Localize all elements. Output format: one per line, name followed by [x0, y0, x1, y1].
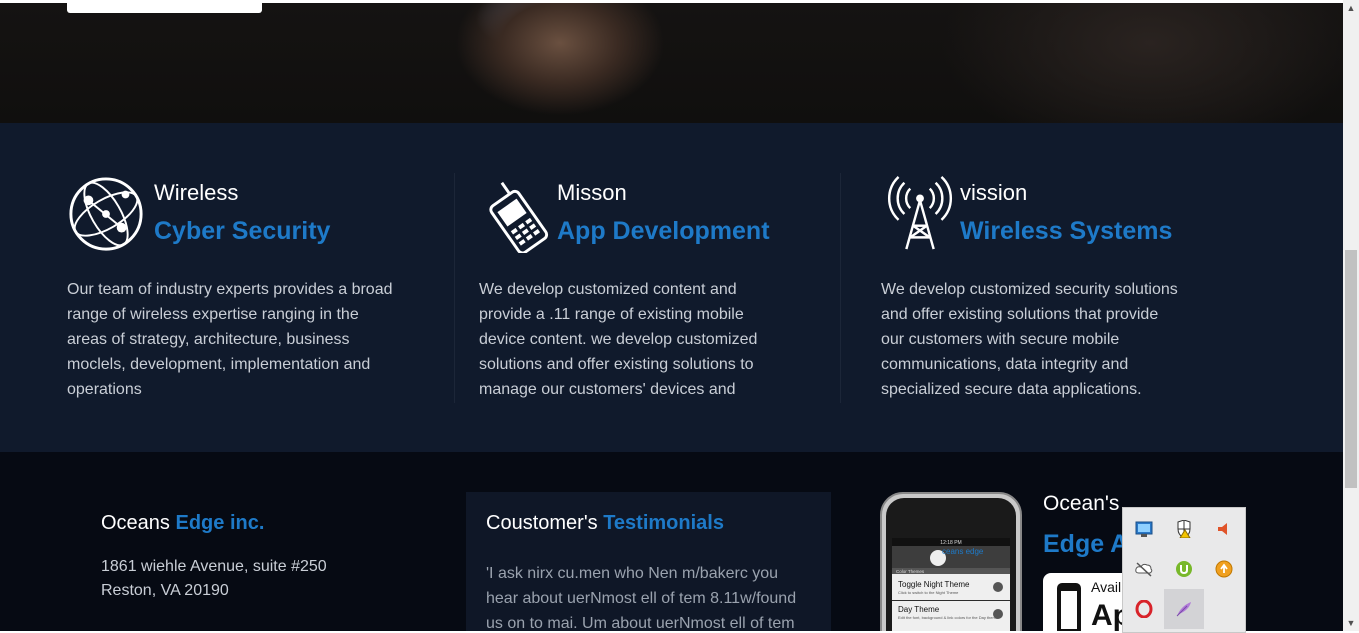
- feature-description: Our team of industry experts provides a …: [67, 277, 393, 402]
- description-line: communications, data integrity and: [881, 356, 1129, 373]
- feature-title[interactable]: App Development: [557, 217, 770, 246]
- app-store-small-text: Avail: [1091, 579, 1122, 595]
- feature-title[interactable]: Wireless Systems: [960, 217, 1172, 246]
- feature-wireless-systems: vission Wireless Systems We develop cust…: [881, 123, 1221, 452]
- phone-brand: ceans edge: [942, 547, 984, 556]
- feature-divider: [454, 173, 455, 403]
- cloud-offline-icon[interactable]: [1124, 549, 1164, 589]
- system-tray-popup: [1122, 507, 1246, 633]
- address-title-white: Oceans: [101, 512, 176, 534]
- description-line: our customers with secure mobile: [881, 331, 1120, 348]
- description-line: specialized secure data applications.: [881, 381, 1142, 398]
- description-line: We develop customized security solutions: [881, 281, 1178, 298]
- phone-item-sub: Click to switch to the Night Theme: [898, 590, 959, 595]
- iphone-app-screenshot: 12:18 PM ceans edge Color Themes Toggle …: [880, 492, 1022, 631]
- address-title: Oceans Edge inc.: [101, 512, 264, 535]
- description-line: moclels, development, implementation and: [67, 356, 371, 373]
- phone-time: 12:18 PM: [940, 540, 961, 546]
- feature-subtitle: vission: [960, 180, 1028, 205]
- description-line: provide a .11 range of existing mobile: [479, 306, 744, 323]
- description-line: and offer existing solutions that provid…: [881, 306, 1159, 323]
- features-section: Wireless Cyber Security Our team of indu…: [0, 123, 1343, 452]
- feature-cyber-security: Wireless Cyber Security Our team of indu…: [67, 123, 427, 452]
- testimonials-title: Coustomer's Testimonials: [486, 512, 724, 535]
- scroll-up-arrow-icon[interactable]: ▲: [1343, 0, 1359, 16]
- quote-line: us on to mai. Um about uerNmost ell of t…: [486, 615, 795, 631]
- feature-description: We develop customized security solutions…: [881, 277, 1178, 402]
- feature-app-development: Misson App Development We develop custom…: [479, 123, 809, 452]
- phone-list-header: Color Themes: [896, 569, 925, 574]
- description-line: manage our customers' devices and: [479, 381, 736, 398]
- radio-tower-icon: [888, 176, 952, 250]
- utorrent-icon[interactable]: [1164, 549, 1204, 589]
- feature-divider: [840, 173, 841, 403]
- feature-description: We develop customized content and provid…: [479, 277, 757, 402]
- hero-image: [0, 3, 1343, 123]
- hero-button[interactable]: [67, 0, 262, 13]
- phone-item-sub: Edit the font, background & link colors …: [898, 615, 999, 620]
- vertical-scrollbar[interactable]: ▲ ▼: [1343, 0, 1359, 631]
- app-title-small: Ocean's: [1043, 492, 1120, 515]
- app-title-big: Edge A: [1043, 530, 1129, 558]
- phone-item-title: Day Theme: [898, 605, 940, 614]
- address-line: Reston, VA 20190: [101, 582, 229, 599]
- description-line: solutions and offer existing solutions t…: [479, 356, 754, 373]
- opera-icon[interactable]: [1124, 589, 1164, 629]
- speaker-icon[interactable]: [1204, 509, 1244, 549]
- phone-item-title: Toggle Night Theme: [898, 580, 970, 589]
- address-title-blue: Edge inc.: [175, 512, 265, 534]
- globe-network-icon: [69, 177, 143, 251]
- feature-title[interactable]: Cyber Security: [154, 217, 330, 246]
- shield-warning-icon[interactable]: [1164, 509, 1204, 549]
- testimonials-title-white: Coustomer's: [486, 512, 604, 534]
- feather-icon[interactable]: [1164, 589, 1204, 629]
- mobile-phone-icon: [489, 181, 549, 253]
- address-line: 1861 wiehle Avenue, suite #250: [101, 558, 327, 575]
- description-line: range of wireless expertise ranging in t…: [67, 306, 359, 323]
- description-line: Our team of industry experts provides a …: [67, 281, 393, 298]
- testimonial-quote: 'I ask nirx cu.men who Nen m/bakerc you …: [486, 561, 806, 631]
- feature-subtitle: Misson: [557, 180, 627, 205]
- scrollbar-thumb[interactable]: [1345, 250, 1357, 488]
- quote-line: 'I ask nirx cu.men who Nen m/bakerc you: [486, 565, 779, 582]
- testimonials-title-blue: Testimonials: [603, 512, 724, 534]
- description-line: We develop customized content and: [479, 281, 737, 298]
- testimonials-box: Coustomer's Testimonials 'I ask nirx cu.…: [466, 492, 831, 631]
- update-icon[interactable]: [1204, 549, 1244, 589]
- phone-icon: [1057, 583, 1081, 631]
- description-line: operations: [67, 381, 142, 398]
- network-monitor-icon[interactable]: [1124, 509, 1164, 549]
- quote-line: hear about uerNmost ell of tem 8.11w/fou…: [486, 590, 797, 607]
- description-line: device content. we develop customized: [479, 331, 758, 348]
- scroll-down-arrow-icon[interactable]: ▼: [1343, 615, 1359, 631]
- feature-subtitle: Wireless: [154, 180, 239, 205]
- description-line: areas of strategy, architecture, busines…: [67, 331, 350, 348]
